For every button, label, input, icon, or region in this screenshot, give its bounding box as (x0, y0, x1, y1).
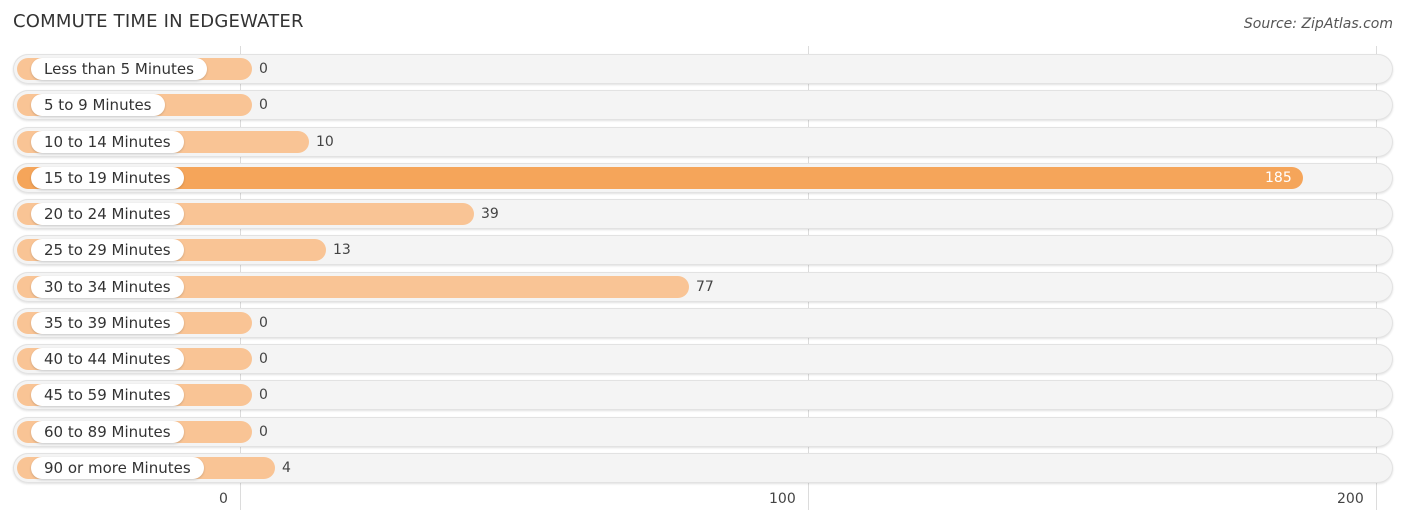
value-label: 0 (259, 387, 268, 403)
category-label: Less than 5 Minutes (31, 58, 207, 80)
value-label: 4 (282, 460, 291, 476)
category-label: 15 to 19 Minutes (31, 167, 184, 189)
category-label: 90 or more Minutes (31, 457, 204, 479)
value-label: 0 (259, 424, 268, 440)
value-label: 0 (259, 97, 268, 113)
value-label: 77 (696, 279, 714, 295)
category-label: 10 to 14 Minutes (31, 131, 184, 153)
category-label: 25 to 29 Minutes (31, 239, 184, 261)
category-label: 35 to 39 Minutes (31, 312, 184, 334)
value-label: 0 (259, 315, 268, 331)
bar[interactable] (17, 167, 1303, 189)
bar-chart: 0 100 200 Less than 5 Minutes 0 5 to 9 Minute… (0, 0, 1406, 524)
category-label: 30 to 34 Minutes (31, 276, 184, 298)
category-label: 5 to 9 Minutes (31, 94, 165, 116)
category-label: 45 to 59 Minutes (31, 384, 184, 406)
value-label: 0 (259, 351, 268, 367)
value-label: 13 (333, 242, 351, 258)
x-tick-label: 0 (219, 491, 228, 507)
x-tick-label: 200 (1337, 491, 1364, 507)
value-label: 185 (1265, 170, 1292, 186)
x-tick-label: 100 (769, 491, 796, 507)
value-label: 10 (316, 134, 334, 150)
value-label: 0 (259, 61, 268, 77)
category-label: 40 to 44 Minutes (31, 348, 184, 370)
value-label: 39 (481, 206, 499, 222)
category-label: 60 to 89 Minutes (31, 421, 184, 443)
category-label: 20 to 24 Minutes (31, 203, 184, 225)
